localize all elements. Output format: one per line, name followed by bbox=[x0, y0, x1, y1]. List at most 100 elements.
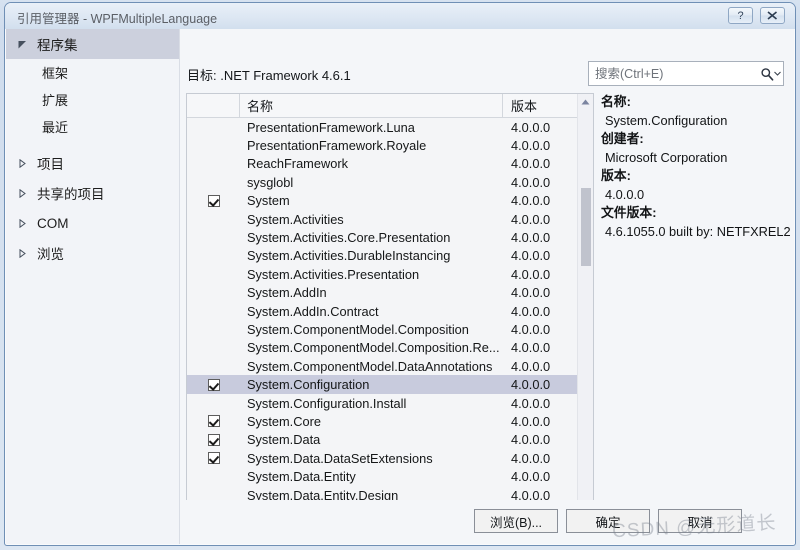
table-row[interactable]: System.AddIn 4.0.0.0 bbox=[187, 284, 593, 302]
sidebar-item-label: 程序集 bbox=[37, 38, 78, 53]
sidebar-item-label: 项目 bbox=[37, 157, 64, 172]
row-checkbox-cell[interactable] bbox=[187, 302, 240, 320]
sidebar-item-5[interactable]: 项目 bbox=[6, 148, 179, 178]
column-header-name[interactable]: 名称 bbox=[240, 94, 503, 117]
sidebar-item-1[interactable]: 程序集 bbox=[6, 29, 179, 59]
checkbox-checked-icon[interactable] bbox=[207, 452, 220, 465]
assembly-name-cell: System.ComponentModel.Composition.Re... bbox=[247, 340, 500, 356]
sidebar-item-8[interactable]: 浏览 bbox=[6, 238, 179, 268]
assembly-name-cell: System.ComponentModel.Composition bbox=[247, 321, 469, 337]
row-checkbox-cell[interactable] bbox=[187, 210, 240, 228]
main-panel: 目标: .NET Framework 4.6.1 搜索(Ctrl+E) 名称 版… bbox=[180, 29, 794, 544]
assembly-name-cell: System.Configuration bbox=[247, 377, 370, 393]
search-input[interactable] bbox=[589, 62, 760, 85]
sidebar-item-6[interactable]: 共享的项目 bbox=[6, 178, 179, 208]
table-row[interactable]: System.Core 4.0.0.0 bbox=[187, 412, 593, 430]
triangle-right-icon[interactable] bbox=[18, 158, 32, 168]
table-row[interactable]: System.Configuration 4.0.0.0 bbox=[187, 375, 593, 394]
row-checkbox-cell[interactable] bbox=[187, 320, 240, 338]
sidebar-item-3[interactable]: 扩展 bbox=[6, 86, 179, 113]
triangle-right-icon[interactable] bbox=[18, 218, 32, 228]
row-checkbox-cell[interactable] bbox=[187, 173, 240, 191]
row-checkbox-cell[interactable] bbox=[187, 265, 240, 283]
assembly-name-cell: System.Activities.Presentation bbox=[247, 266, 420, 282]
detail-version-value: 4.0.0.0 bbox=[605, 186, 645, 202]
row-checkbox-cell[interactable] bbox=[187, 467, 240, 485]
assembly-rows: PresentationFramework.Luna 4.0.0.0 Present… bbox=[187, 118, 593, 529]
row-checkbox-cell[interactable] bbox=[187, 431, 240, 449]
assembly-name-cell: System.Configuration.Install bbox=[247, 395, 407, 411]
assembly-name-cell: System.Activities.DurableInstancing bbox=[247, 248, 451, 264]
row-checkbox-cell[interactable] bbox=[187, 339, 240, 357]
assembly-name-cell: System.AddIn.Contract bbox=[247, 303, 379, 319]
row-checkbox-cell[interactable] bbox=[187, 375, 240, 393]
assembly-name-cell: System.Activities.Core.Presentation bbox=[247, 230, 451, 246]
detail-name-label: 名称: bbox=[601, 94, 631, 109]
list-header-row: 名称 版本 bbox=[187, 94, 593, 118]
table-row[interactable]: ReachFramework 4.0.0.0 bbox=[187, 155, 593, 173]
chevron-down-icon[interactable] bbox=[774, 62, 785, 85]
checkbox-checked-icon[interactable] bbox=[207, 194, 220, 207]
table-row[interactable]: System.Activities.Core.Presentation 4.0.0… bbox=[187, 228, 593, 246]
table-row[interactable]: System.Data 4.0.0.0 bbox=[187, 431, 593, 449]
triangle-right-icon[interactable] bbox=[18, 188, 32, 198]
close-button[interactable] bbox=[760, 7, 785, 24]
detail-version-label: 版本: bbox=[601, 168, 631, 184]
row-checkbox-cell[interactable] bbox=[187, 284, 240, 302]
cancel-button[interactable]: 取消 bbox=[658, 509, 742, 533]
scrollbar-thumb[interactable] bbox=[581, 188, 591, 266]
assembly-name-cell: ReachFramework bbox=[247, 156, 348, 172]
table-row[interactable]: System.Data.Entity 4.0.0.0 bbox=[187, 467, 593, 485]
table-row[interactable]: System.Configuration.Install 4.0.0.0 bbox=[187, 394, 593, 412]
help-button[interactable]: ? bbox=[728, 7, 753, 24]
row-checkbox-cell[interactable] bbox=[187, 136, 240, 154]
row-checkbox-cell[interactable] bbox=[187, 155, 240, 173]
row-checkbox-cell[interactable] bbox=[187, 228, 240, 246]
row-checkbox-cell[interactable] bbox=[187, 192, 240, 210]
row-checkbox-cell[interactable] bbox=[187, 247, 240, 265]
window-title: 引用管理器 - WPFMultipleLanguage bbox=[17, 12, 218, 26]
sidebar-item-label: COM bbox=[37, 215, 69, 231]
table-row[interactable]: System.ComponentModel.DataAnnotations 4.0… bbox=[187, 357, 593, 375]
row-checkbox-cell[interactable] bbox=[187, 412, 240, 430]
row-checkbox-cell[interactable] bbox=[187, 118, 240, 136]
category-sidebar: 程序集框架扩展最近项目共享的项目 COM 浏览 bbox=[6, 29, 180, 544]
checkbox-checked-icon[interactable] bbox=[207, 415, 220, 428]
table-row[interactable]: System.AddIn.Contract 4.0.0.0 bbox=[187, 302, 593, 320]
sidebar-item-label: 共享的项目 bbox=[37, 187, 105, 202]
checkbox-checked-icon[interactable] bbox=[207, 378, 220, 391]
table-row[interactable]: PresentationFramework.Luna 4.0.0.0 bbox=[187, 118, 593, 136]
sidebar-item-2[interactable]: 框架 bbox=[6, 59, 179, 86]
sidebar-item-7[interactable]: COM bbox=[6, 208, 179, 238]
row-checkbox-cell[interactable] bbox=[187, 357, 240, 375]
search-box[interactable] bbox=[588, 61, 784, 86]
ok-button[interactable]: 确定 bbox=[566, 509, 650, 533]
detail-name-value: System.Configuration bbox=[605, 112, 728, 128]
sidebar-item-label: 最近 bbox=[42, 120, 69, 135]
table-row[interactable]: System.Activities.DurableInstancing 4.0.0… bbox=[187, 247, 593, 265]
table-row[interactable]: System 4.0.0.0 bbox=[187, 192, 593, 210]
column-header-checkbox[interactable] bbox=[187, 94, 240, 117]
triangle-down-icon[interactable] bbox=[18, 40, 32, 49]
table-row[interactable]: System.Activities 4.0.0.0 bbox=[187, 210, 593, 228]
table-row[interactable]: System.ComponentModel.Composition.Re... 4… bbox=[187, 339, 593, 357]
checkbox-checked-icon[interactable] bbox=[207, 433, 220, 446]
search-icon[interactable] bbox=[760, 62, 774, 85]
scroll-up-arrow-icon[interactable] bbox=[578, 94, 593, 110]
detail-file-version-label: 文件版本: bbox=[601, 205, 657, 221]
assembly-name-cell: System.Core bbox=[247, 413, 321, 429]
table-row[interactable]: PresentationFramework.Royale 4.0.0.0 bbox=[187, 136, 593, 154]
table-row[interactable]: sysglobl 4.0.0.0 bbox=[187, 173, 593, 191]
row-checkbox-cell[interactable] bbox=[187, 449, 240, 467]
table-row[interactable]: System.Data.DataSetExtensions 4.0.0.0 bbox=[187, 449, 593, 467]
list-vertical-scrollbar[interactable] bbox=[577, 94, 593, 529]
browse-button[interactable]: 浏览(B)... bbox=[474, 509, 558, 533]
sidebar-item-4[interactable]: 最近 bbox=[6, 113, 179, 140]
question-mark-icon: ? bbox=[737, 9, 744, 22]
row-checkbox-cell[interactable] bbox=[187, 394, 240, 412]
table-row[interactable]: System.ComponentModel.Composition 4.0.0.0 bbox=[187, 320, 593, 338]
sidebar-item-label: 框架 bbox=[42, 66, 69, 81]
table-row[interactable]: System.Activities.Presentation 4.0.0.0 bbox=[187, 265, 593, 283]
triangle-right-icon[interactable] bbox=[18, 248, 32, 258]
